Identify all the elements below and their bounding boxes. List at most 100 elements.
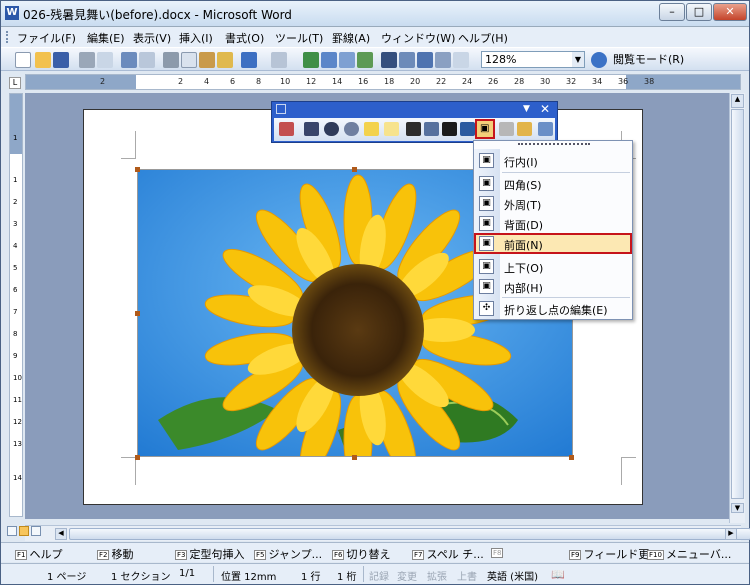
undo-icon[interactable] <box>241 52 257 68</box>
resize-handle[interactable] <box>352 455 357 460</box>
text-wrapping-button[interactable]: ▣ <box>475 119 495 139</box>
scroll-down-button[interactable]: ▼ <box>731 503 744 513</box>
status-ovr[interactable]: 上書 <box>457 568 477 583</box>
resize-handle[interactable] <box>135 455 140 460</box>
vertical-ruler[interactable]: 1 1 2 3 4 5 6 7 8 9 10 11 12 13 14 <box>9 93 23 517</box>
help-icon[interactable] <box>591 52 607 68</box>
menu-tools[interactable]: ツール(T) <box>275 30 323 46</box>
compress-pictures-icon[interactable] <box>460 122 475 136</box>
fkey-f3[interactable]: F3 定型句挿入 <box>175 546 244 562</box>
word-app-icon[interactable]: W <box>5 6 19 20</box>
set-transparent-color-icon[interactable] <box>517 122 532 136</box>
resize-handle[interactable] <box>569 455 574 460</box>
wrap-square-item[interactable]: ▣ 四角(S) <box>474 173 632 194</box>
wrap-top-bottom-item[interactable]: ▣ 上下(O) <box>474 256 632 277</box>
edit-wrap-points-item[interactable]: ✣ 折り返し点の編集(E) <box>474 298 632 319</box>
fkey-f6[interactable]: F6 切り替え <box>332 546 390 562</box>
fkey-f2[interactable]: F2 移動 <box>97 546 133 562</box>
color-icon[interactable] <box>304 122 319 136</box>
wrap-through-item[interactable]: ▣ 内部(H) <box>474 276 632 297</box>
redo-icon[interactable] <box>271 52 287 68</box>
title-bar[interactable]: W 026-残暑見舞い(before).docx - Microsoft Wor… <box>1 1 749 27</box>
insert-table-icon[interactable] <box>339 52 355 68</box>
menu-window[interactable]: ウィンドウ(W) <box>381 30 455 46</box>
maximize-button[interactable]: □ <box>686 3 712 21</box>
insert-excel-icon[interactable] <box>357 52 373 68</box>
status-page[interactable]: 1 ページ <box>47 568 86 583</box>
toolbar-close-icon[interactable]: ✕ <box>540 102 550 116</box>
menu-insert[interactable]: 挿入(I) <box>179 30 213 46</box>
vertical-scrollbar[interactable]: ▲ ▼ <box>729 93 745 523</box>
status-line[interactable]: 1 行 <box>301 568 321 583</box>
resize-handle[interactable] <box>135 311 140 316</box>
format-painter-icon[interactable] <box>217 52 233 68</box>
menu-format[interactable]: 書式(O) <box>225 30 264 46</box>
chevron-down-icon[interactable]: ▼ <box>572 52 584 67</box>
hscroll-thumb[interactable] <box>69 528 750 540</box>
less-brightness-icon[interactable] <box>384 122 399 136</box>
copy-icon[interactable] <box>181 52 197 68</box>
tables-borders-icon[interactable] <box>321 52 337 68</box>
menu-file[interactable]: ファイル(F) <box>17 30 76 46</box>
spelling-status-icon[interactable]: 📖 <box>551 568 565 581</box>
status-pages[interactable]: 1/1 <box>179 568 195 579</box>
vscroll-thumb[interactable] <box>731 109 744 499</box>
close-button[interactable]: ✕ <box>713 3 747 21</box>
save-icon[interactable] <box>53 52 69 68</box>
crop-icon[interactable] <box>406 122 421 136</box>
normal-view-button[interactable] <box>7 526 17 536</box>
scroll-up-button[interactable]: ▲ <box>731 94 744 108</box>
menu-help[interactable]: ヘルプ(H) <box>458 30 508 46</box>
print-layout-button[interactable] <box>19 526 29 536</box>
resize-handle[interactable] <box>135 167 140 172</box>
research-icon[interactable] <box>139 52 155 68</box>
scroll-left-button[interactable]: ◀ <box>55 528 67 540</box>
wrap-in-front-item[interactable]: ▣ 前面(N) <box>474 233 632 254</box>
document-map-icon[interactable] <box>417 52 433 68</box>
more-brightness-icon[interactable] <box>364 122 379 136</box>
minimize-button[interactable]: – <box>659 3 685 21</box>
zoom-combo[interactable]: 128% ▼ <box>481 51 585 68</box>
fkey-f5[interactable]: F5 ジャンプ... <box>254 546 322 562</box>
status-ext[interactable]: 拡張 <box>427 568 447 583</box>
toolbar-options-icon[interactable]: ▼ <box>523 104 530 114</box>
new-document-icon[interactable] <box>15 52 31 68</box>
outline-view-button[interactable] <box>31 526 41 536</box>
scroll-right-button[interactable]: ▶ <box>725 528 737 540</box>
line-style-icon[interactable] <box>442 122 457 136</box>
menu-table[interactable]: 罫線(A) <box>332 30 370 46</box>
wrap-inline-item[interactable]: ▣ 行内(I) <box>474 150 632 171</box>
status-position[interactable]: 位置 12mm <box>221 568 276 583</box>
insert-picture-icon[interactable] <box>279 122 294 136</box>
wrap-behind-item[interactable]: ▣ 背面(D) <box>474 213 632 234</box>
less-contrast-icon[interactable] <box>344 122 359 136</box>
reading-mode-button[interactable]: 閲覧モード(R) <box>613 51 695 68</box>
status-language[interactable]: 英語 (米国) <box>487 568 538 583</box>
drawing-icon[interactable] <box>399 52 415 68</box>
status-column[interactable]: 1 桁 <box>337 568 357 583</box>
status-rec[interactable]: 記録 <box>369 568 389 583</box>
status-section[interactable]: 1 セクション <box>111 568 171 583</box>
fkey-f1[interactable]: F1 ヘルプ <box>15 546 62 562</box>
fkey-f7[interactable]: F7 スペル チ... <box>412 546 484 562</box>
menubar-grip[interactable] <box>6 31 9 43</box>
resize-handle[interactable] <box>352 167 357 172</box>
horizontal-ruler[interactable]: 2 2 4 6 8 10 12 14 16 18 20 22 24 26 28 … <box>25 74 741 90</box>
wrap-tight-item[interactable]: ▣ 外周(T) <box>474 193 632 214</box>
spelling-icon[interactable] <box>121 52 137 68</box>
paste-icon[interactable] <box>199 52 215 68</box>
print-icon[interactable] <box>79 52 95 68</box>
menu-grip[interactable] <box>518 143 590 147</box>
format-picture-icon[interactable] <box>499 122 514 136</box>
show-hide-icon[interactable] <box>435 52 451 68</box>
status-trk[interactable]: 変更 <box>397 568 417 583</box>
hyperlink-icon[interactable] <box>303 52 319 68</box>
ink-icon[interactable] <box>453 52 469 68</box>
picture-toolbar[interactable]: ▼ ✕ ▣ <box>271 101 558 143</box>
cut-icon[interactable] <box>163 52 179 68</box>
fkey-f10[interactable]: F10 メニューバ... <box>647 546 731 562</box>
columns-icon[interactable] <box>381 52 397 68</box>
tab-selector[interactable]: L <box>9 77 21 89</box>
menu-view[interactable]: 表示(V) <box>133 30 171 46</box>
menu-edit[interactable]: 編集(E) <box>87 30 125 46</box>
